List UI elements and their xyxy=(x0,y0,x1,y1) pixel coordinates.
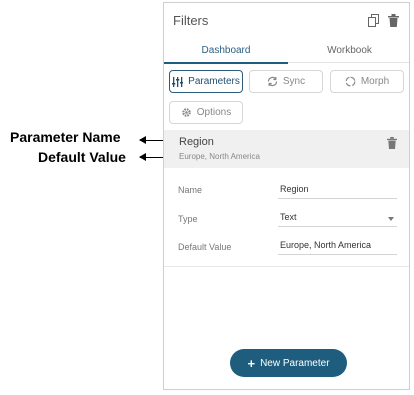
type-select-value: Text xyxy=(280,212,297,222)
default-value-label: Default Value xyxy=(178,242,232,252)
parameter-name: Region xyxy=(179,136,214,148)
panel-header: Filters xyxy=(164,3,409,37)
options-button-label: Options xyxy=(196,107,232,118)
parameter-list-item[interactable]: Region Europe, North America xyxy=(164,130,409,168)
sync-icon xyxy=(267,76,278,87)
new-parameter-button[interactable]: + New Parameter xyxy=(230,349,347,377)
morph-icon xyxy=(345,76,356,87)
parameters-button-label: Parameters xyxy=(188,76,240,87)
default-value-field[interactable]: Europe, North America xyxy=(278,237,397,255)
trash-icon[interactable] xyxy=(386,13,400,27)
name-field[interactable]: Region xyxy=(278,181,397,199)
morph-button-label: Morph xyxy=(360,76,390,87)
tab-bar: Dashboard Workbook xyxy=(164,37,411,64)
sync-button[interactable]: Sync xyxy=(249,70,323,93)
trash-icon[interactable] xyxy=(386,136,398,149)
filters-panel: Filters Dashboard Workbook Parameters Sy… xyxy=(163,2,410,390)
gear-icon xyxy=(181,107,192,118)
annotation-default-value: Default Value xyxy=(38,149,126,165)
parameter-default-value: Europe, North America xyxy=(179,152,260,161)
sync-button-label: Sync xyxy=(282,76,306,87)
options-button[interactable]: Options xyxy=(169,101,243,124)
name-label: Name xyxy=(178,185,203,195)
copy-icon[interactable] xyxy=(367,13,381,27)
morph-button[interactable]: Morph xyxy=(330,70,404,93)
new-parameter-button-label: New Parameter xyxy=(260,357,330,369)
panel-title: Filters xyxy=(173,13,209,28)
tab-workbook[interactable]: Workbook xyxy=(288,37,411,63)
tab-dashboard[interactable]: Dashboard xyxy=(164,37,288,64)
type-label: Type xyxy=(178,214,198,224)
annotation-parameter-name: Parameter Name xyxy=(10,129,121,145)
caret-down-icon xyxy=(388,217,394,221)
type-select[interactable]: Text xyxy=(278,209,397,227)
parameters-button[interactable]: Parameters xyxy=(169,70,243,93)
plus-icon: + xyxy=(247,355,256,371)
sliders-icon xyxy=(172,76,184,87)
